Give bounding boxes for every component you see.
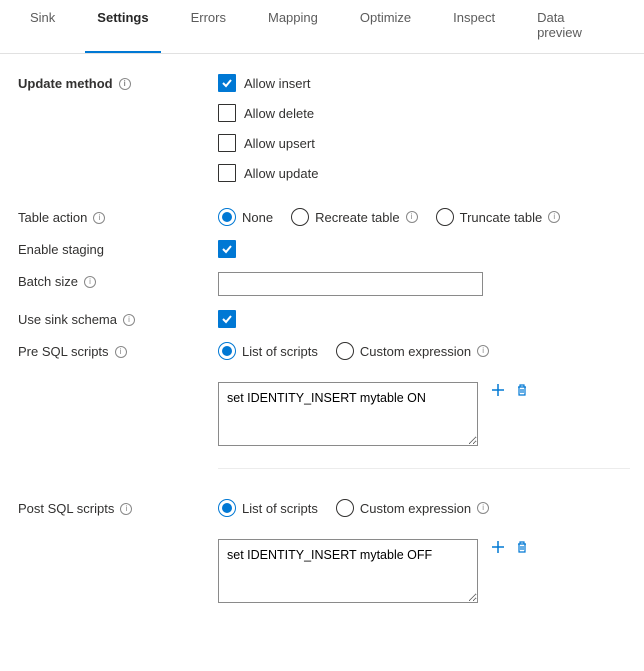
tabs: Sink Settings Errors Mapping Optimize In… bbox=[0, 0, 644, 54]
table-action-recreate-radio[interactable]: Recreate table i bbox=[291, 208, 418, 226]
pre-sql-script-textarea[interactable] bbox=[218, 382, 478, 446]
allow-upsert-checkbox[interactable] bbox=[218, 134, 236, 152]
tab-data-preview[interactable]: Data preview bbox=[525, 0, 612, 53]
table-action-label: Table action i bbox=[18, 208, 218, 225]
tab-inspect[interactable]: Inspect bbox=[441, 0, 507, 53]
delete-icon[interactable] bbox=[514, 539, 530, 555]
tab-sink[interactable]: Sink bbox=[18, 0, 67, 53]
allow-upsert-label: Allow upsert bbox=[244, 136, 315, 151]
add-icon[interactable] bbox=[490, 539, 506, 555]
allow-delete-label: Allow delete bbox=[244, 106, 314, 121]
settings-form: Update method i Allow insert Allow delet… bbox=[0, 54, 644, 625]
delete-icon[interactable] bbox=[514, 382, 530, 398]
info-icon[interactable]: i bbox=[477, 502, 489, 514]
tab-optimize[interactable]: Optimize bbox=[348, 0, 423, 53]
tab-settings[interactable]: Settings bbox=[85, 0, 160, 53]
post-sql-custom-radio[interactable]: Custom expression i bbox=[336, 499, 489, 517]
use-sink-schema-label: Use sink schema i bbox=[18, 310, 218, 327]
allow-update-checkbox[interactable] bbox=[218, 164, 236, 182]
allow-delete-checkbox[interactable] bbox=[218, 104, 236, 122]
pre-sql-list-radio[interactable]: List of scripts bbox=[218, 342, 318, 360]
info-icon[interactable]: i bbox=[548, 211, 560, 223]
info-icon[interactable]: i bbox=[84, 276, 96, 288]
info-icon[interactable]: i bbox=[93, 212, 105, 224]
divider bbox=[218, 468, 630, 469]
info-icon[interactable]: i bbox=[119, 78, 131, 90]
pre-sql-custom-radio[interactable]: Custom expression i bbox=[336, 342, 489, 360]
allow-insert-checkbox[interactable] bbox=[218, 74, 236, 92]
info-icon[interactable]: i bbox=[406, 211, 418, 223]
enable-staging-label: Enable staging bbox=[18, 240, 218, 257]
allow-update-label: Allow update bbox=[244, 166, 318, 181]
use-sink-schema-checkbox[interactable] bbox=[218, 310, 236, 328]
post-sql-label: Post SQL scripts i bbox=[18, 499, 218, 516]
tab-mapping[interactable]: Mapping bbox=[256, 0, 330, 53]
update-method-label: Update method i bbox=[18, 74, 218, 91]
post-sql-list-radio[interactable]: List of scripts bbox=[218, 499, 318, 517]
info-icon[interactable]: i bbox=[477, 345, 489, 357]
table-action-none-radio[interactable]: None bbox=[218, 208, 273, 226]
post-sql-script-textarea[interactable] bbox=[218, 539, 478, 603]
info-icon[interactable]: i bbox=[123, 314, 135, 326]
info-icon[interactable]: i bbox=[120, 503, 132, 515]
allow-insert-label: Allow insert bbox=[244, 76, 310, 91]
pre-sql-label: Pre SQL scripts i bbox=[18, 342, 218, 359]
info-icon[interactable]: i bbox=[115, 346, 127, 358]
enable-staging-checkbox[interactable] bbox=[218, 240, 236, 258]
add-icon[interactable] bbox=[490, 382, 506, 398]
tab-errors[interactable]: Errors bbox=[179, 0, 238, 53]
batch-size-input[interactable] bbox=[218, 272, 483, 296]
table-action-truncate-radio[interactable]: Truncate table i bbox=[436, 208, 561, 226]
batch-size-label: Batch size i bbox=[18, 272, 218, 289]
